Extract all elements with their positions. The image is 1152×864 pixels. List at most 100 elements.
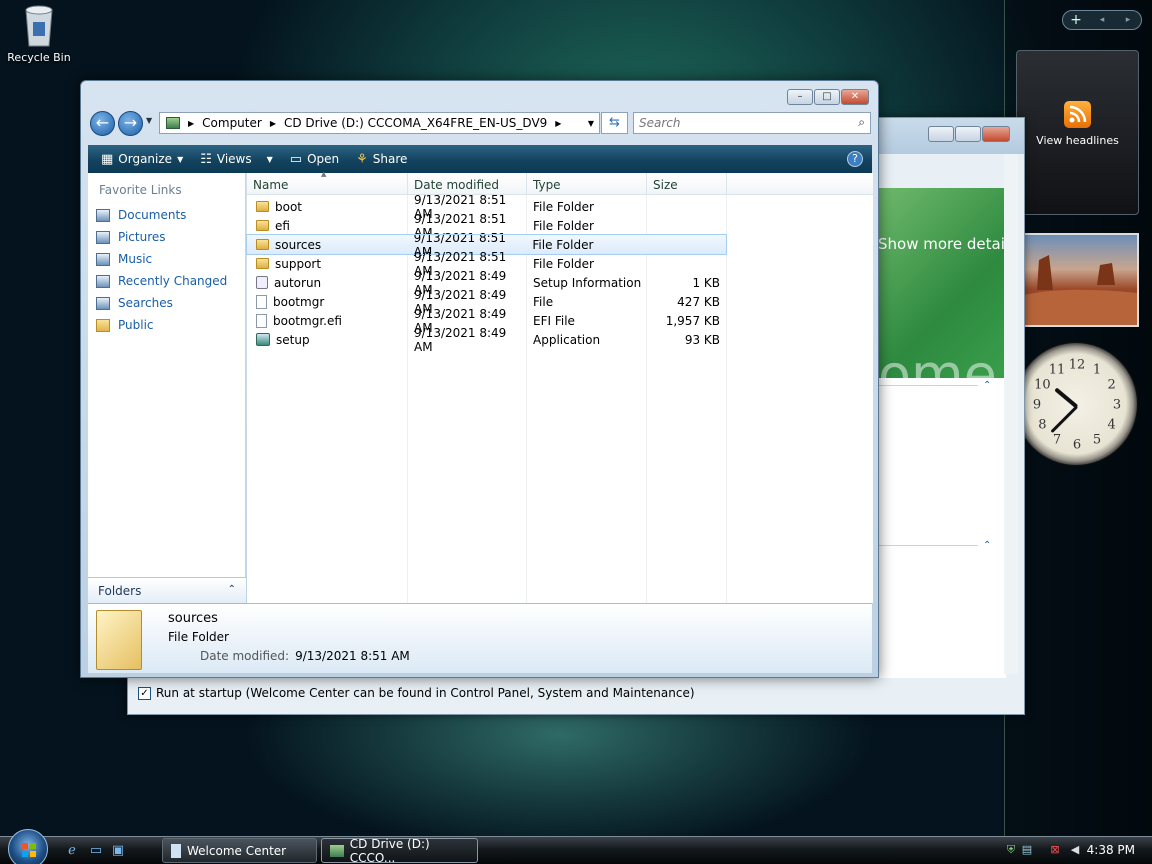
column-size[interactable]: Size xyxy=(647,173,727,194)
next-gadget-button[interactable]: ▸ xyxy=(1115,11,1141,29)
address-bar[interactable]: ▶ Computer ▶ CD Drive (D:) CCCOMA_X64FRE… xyxy=(159,112,600,134)
switch-windows-icon[interactable]: ▣ xyxy=(110,843,126,859)
column-date-modified[interactable]: Date modified xyxy=(408,173,527,194)
column-size-label: Size xyxy=(653,178,678,192)
security-alert-icon[interactable]: ⛨ xyxy=(1004,843,1018,857)
file-type: File Folder xyxy=(533,256,594,271)
internet-explorer-icon[interactable]: ℯ xyxy=(64,843,80,859)
recent-pages-dropdown-icon[interactable]: ▼ xyxy=(146,116,152,125)
file-row[interactable]: efi 9/13/2021 8:51 AM File Folder xyxy=(247,212,873,240)
share-label: Share xyxy=(372,152,408,166)
clock-number: 8 xyxy=(1038,417,1047,433)
file-row[interactable]: bootmgr 9/13/2021 8:49 AM File 427 KB xyxy=(247,288,873,316)
taskbar-clock[interactable]: 4:38 PM xyxy=(1087,843,1135,857)
network-icon[interactable]: ▤ xyxy=(1020,843,1034,857)
file-row[interactable]: boot 9/13/2021 8:51 AM File Folder xyxy=(247,193,873,221)
minimize-button[interactable]: – xyxy=(787,89,813,105)
share-button[interactable]: ⚘ Share xyxy=(352,152,411,167)
file-row[interactable]: support 9/13/2021 8:51 AM File Folder xyxy=(247,250,873,278)
pictures-icon xyxy=(96,230,110,244)
file-row[interactable]: setup 9/13/2021 8:49 AM Application 93 KB xyxy=(247,326,873,354)
chevron-right-icon[interactable]: ▶ xyxy=(555,119,561,128)
searches-icon xyxy=(96,296,110,310)
taskbar: ℯ ▭ ▣ Welcome Center CD Drive (D:) CCCO.… xyxy=(0,829,1152,864)
back-button[interactable]: ← xyxy=(90,111,115,136)
show-desktop-icon[interactable]: ▭ xyxy=(88,843,104,859)
help-icon[interactable]: ? xyxy=(847,151,863,167)
organize-label: Organize xyxy=(118,152,173,166)
nav-link-searches[interactable]: Searches xyxy=(88,292,245,314)
add-gadget-button[interactable]: + xyxy=(1063,11,1089,29)
start-button[interactable] xyxy=(8,829,48,864)
run-at-startup-checkbox[interactable]: ✓ xyxy=(138,686,151,700)
clock-gadget[interactable]: 12 1 2 3 4 5 6 7 8 9 10 11 xyxy=(1014,342,1138,466)
taskbar-button-label: Welcome Center xyxy=(187,843,287,858)
folder-large-icon xyxy=(96,610,142,670)
recycle-bin[interactable]: Recycle Bin xyxy=(6,4,72,64)
folder-icon xyxy=(256,201,269,212)
column-name[interactable]: ▲ Name xyxy=(247,170,408,194)
nav-link-pictures[interactable]: Pictures xyxy=(88,226,245,248)
file-row[interactable]: bootmgr.efi 9/13/2021 8:49 AM EFI File 1,95… xyxy=(247,307,873,335)
views-button[interactable]: ☷ Views ▼ xyxy=(196,152,277,167)
column-date-label: Date modified xyxy=(414,178,500,192)
search-icon[interactable]: ⌕ xyxy=(858,115,865,130)
navigation-row: ← → ▼ ▶ Computer ▶ CD Drive (D:) CCCOMA_… xyxy=(88,111,872,137)
taskbar-button-welcome-center[interactable]: Welcome Center xyxy=(162,838,317,863)
nav-link-label: Music xyxy=(118,252,153,266)
chevron-right-icon[interactable]: ▶ xyxy=(188,119,194,128)
chevron-right-icon[interactable]: ▶ xyxy=(270,119,276,128)
chevron-down-icon: ▼ xyxy=(266,154,273,164)
views-icon: ☷ xyxy=(200,151,212,167)
collapse-chevron-icon[interactable]: ⌃ xyxy=(983,380,991,391)
address-dropdown-icon[interactable]: ▼ xyxy=(588,119,594,128)
file-row[interactable]: autorun 9/13/2021 8:49 AM Setup Informatio… xyxy=(247,269,873,297)
refresh-button[interactable]: ⇆ xyxy=(601,112,628,134)
chevron-up-icon: ⌃ xyxy=(227,584,236,595)
close-button[interactable]: ✕ xyxy=(841,89,869,105)
file-name: setup xyxy=(247,333,408,347)
volume-muted-icon[interactable]: ◀ xyxy=(1068,843,1082,857)
run-at-startup-option[interactable]: ✓ Run at startup (Welcome Center can be … xyxy=(138,686,695,700)
breadcrumb-cd-drive[interactable]: CD Drive (D:) CCCOMA_X64FRE_EN-US_DV9 xyxy=(284,116,547,130)
feed-headlines-gadget[interactable]: View headlines xyxy=(1016,50,1139,215)
welcome-scrollbar[interactable] xyxy=(1004,154,1018,674)
search-input[interactable]: Search ⌕ xyxy=(633,112,871,134)
file-name: sources xyxy=(247,238,408,252)
file-name-text: boot xyxy=(275,199,303,214)
column-type[interactable]: Type xyxy=(527,173,647,194)
gadget-controls: + ◂ ▸ xyxy=(1062,10,1142,30)
file-name-text: bootmgr.efi xyxy=(273,313,342,328)
window-controls: – □ ✕ xyxy=(787,89,869,105)
file-list: ▲ Name Date modified Type Size boot 9/13/2… xyxy=(246,170,873,603)
nav-link-recently-changed[interactable]: Recently Changed xyxy=(88,270,245,292)
maximize-button[interactable]: □ xyxy=(814,89,840,105)
forward-button[interactable]: → xyxy=(118,111,143,136)
music-icon xyxy=(96,252,110,266)
breadcrumb-computer[interactable]: Computer xyxy=(202,116,262,130)
recently-changed-icon xyxy=(96,274,110,288)
network-disconnected-icon[interactable]: ⊠ xyxy=(1048,843,1062,857)
nav-link-label: Searches xyxy=(118,296,173,310)
nav-link-documents[interactable]: Documents xyxy=(88,204,245,226)
welcome-maximize-button[interactable] xyxy=(955,126,981,142)
prev-gadget-button[interactable]: ◂ xyxy=(1089,11,1115,29)
explorer-window[interactable]: – □ ✕ ← → ▼ ▶ Computer ▶ CD Drive (D:) C… xyxy=(80,80,879,678)
folders-toggle[interactable]: Folders ⌃ xyxy=(88,577,246,603)
file-type: File xyxy=(533,294,554,309)
open-button[interactable]: ▭ Open xyxy=(286,152,343,167)
welcome-close-button[interactable] xyxy=(982,126,1010,142)
organize-button[interactable]: ▦ Organize ▼ xyxy=(97,152,187,167)
clock-number: 12 xyxy=(1068,357,1086,373)
nav-link-music[interactable]: Music xyxy=(88,248,245,270)
collapse-chevron-icon[interactable]: ⌃ xyxy=(983,540,991,551)
slideshow-gadget[interactable] xyxy=(1015,233,1139,327)
welcome-minimize-button[interactable] xyxy=(928,126,954,142)
recycle-bin-label: Recycle Bin xyxy=(7,51,71,64)
folder-icon xyxy=(256,220,269,231)
clock-number: 6 xyxy=(1072,437,1082,453)
nav-link-public[interactable]: Public xyxy=(88,314,245,336)
show-more-details-link[interactable]: Show more details xyxy=(878,235,1017,253)
taskbar-button-cd-drive[interactable]: CD Drive (D:) CCCO... xyxy=(321,837,478,864)
folder-icon xyxy=(96,318,110,332)
